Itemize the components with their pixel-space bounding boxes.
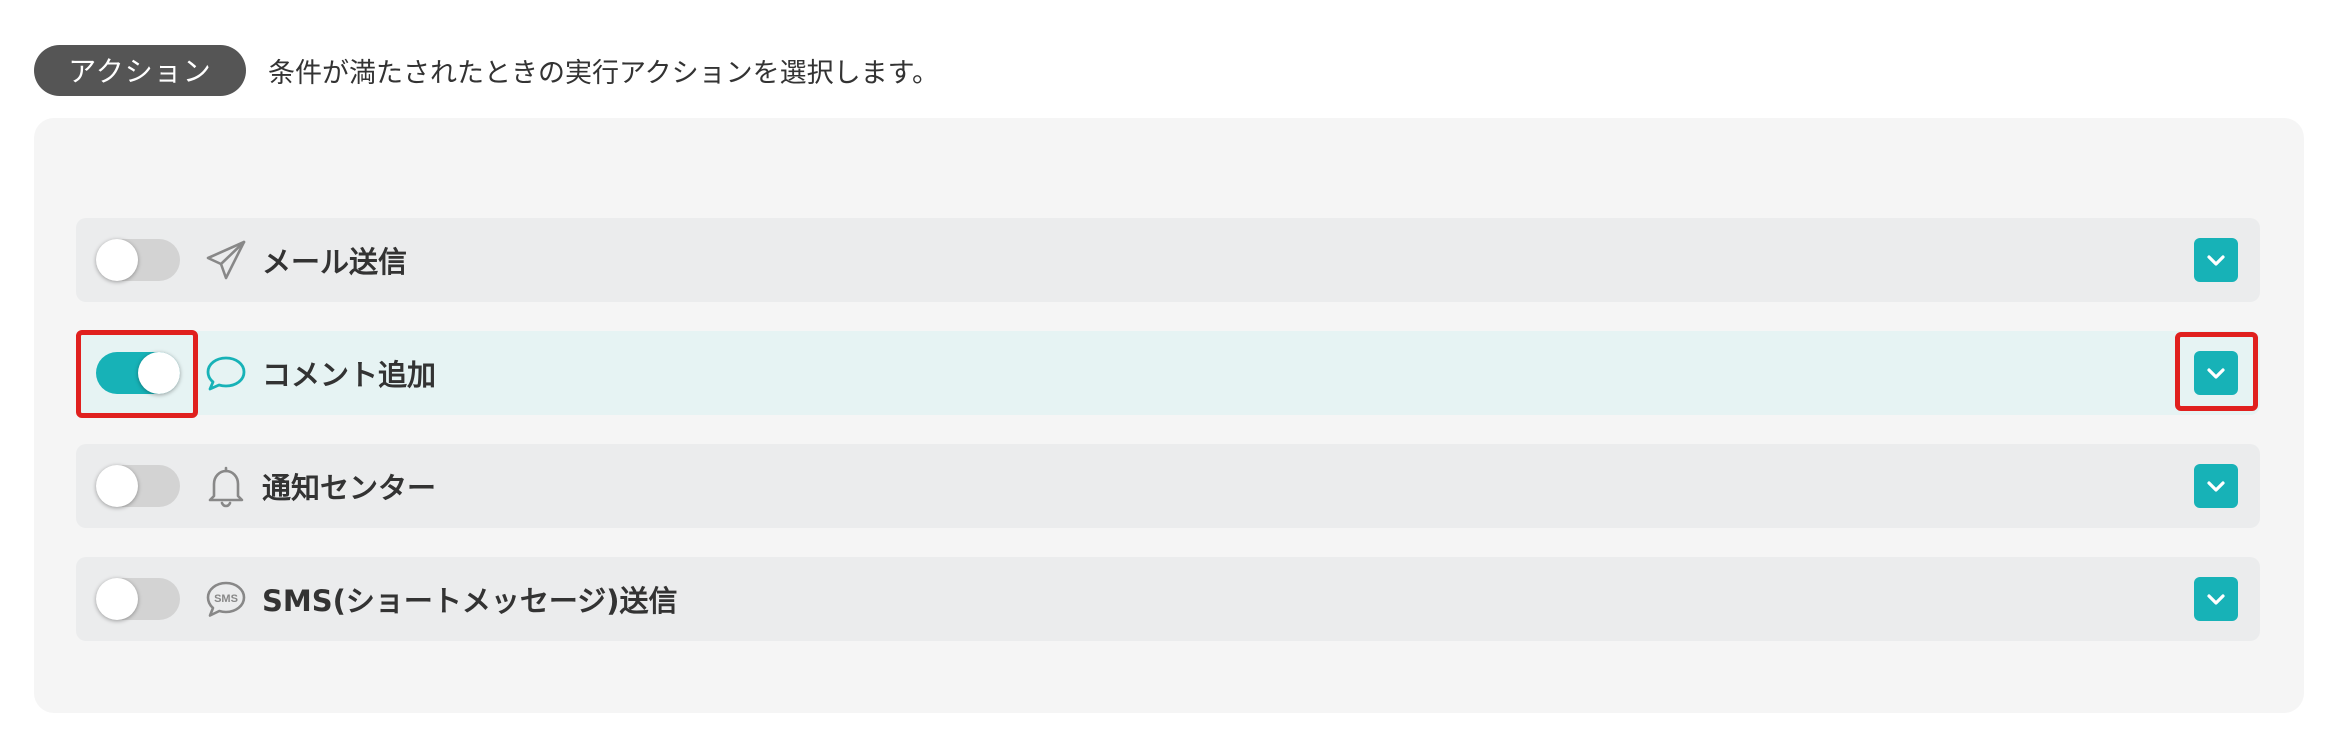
chevron-down-icon: [2207, 594, 2225, 605]
sms-icon-text: SMS: [214, 593, 238, 605]
toggle-knob: [96, 578, 138, 620]
action-row-notification: 通知センター: [76, 444, 2260, 528]
comment-expand-button[interactable]: [2194, 351, 2238, 395]
bell-icon: [204, 464, 248, 508]
action-label: SMS(ショートメッセージ)送信: [262, 584, 678, 618]
mail-expand-button[interactable]: [2194, 238, 2238, 282]
mail-toggle[interactable]: [96, 239, 180, 281]
chevron-down-icon: [2207, 481, 2225, 492]
notification-expand-button[interactable]: [2194, 464, 2238, 508]
action-label: メール送信: [262, 245, 408, 279]
section-badge: アクション: [34, 44, 246, 96]
toggle-knob: [138, 352, 180, 394]
speech-bubble-icon: [204, 351, 248, 395]
toggle-knob: [96, 465, 138, 507]
sms-toggle[interactable]: [96, 578, 180, 620]
section-description: 条件が満たされたときの実行アクションを選択します。: [268, 57, 939, 89]
comment-toggle[interactable]: [96, 352, 180, 394]
paper-plane-icon: [204, 238, 248, 282]
toggle-knob: [96, 239, 138, 281]
action-row-mail: メール送信: [76, 218, 2260, 302]
action-row-comment: コメント追加: [76, 331, 2260, 415]
action-label: 通知センター: [262, 471, 437, 505]
action-row-sms: SMS SMS(ショートメッセージ)送信: [76, 557, 2260, 641]
actions-section-header: アクション 条件が満たされたときの実行アクションを選択します。: [34, 43, 939, 97]
chevron-down-icon: [2207, 255, 2225, 266]
sms-bubble-icon: SMS: [204, 577, 248, 621]
sms-expand-button[interactable]: [2194, 577, 2238, 621]
chevron-down-icon: [2207, 368, 2225, 379]
notification-toggle[interactable]: [96, 465, 180, 507]
actions-panel: メール送信 コメント追加 通知センター SMS SMS(ショートメッセージ)送信: [34, 118, 2304, 713]
action-label: コメント追加: [262, 358, 437, 392]
